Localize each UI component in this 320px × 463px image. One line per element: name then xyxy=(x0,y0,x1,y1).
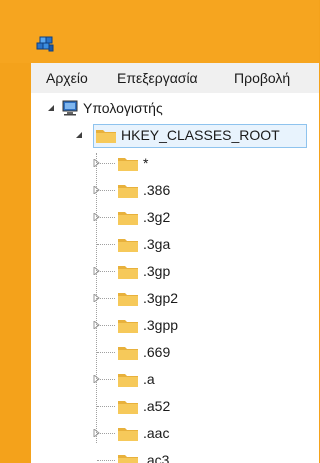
tree-connector xyxy=(97,352,115,353)
tree-node-child[interactable]: .3g2 xyxy=(31,205,319,230)
folder-icon xyxy=(118,239,138,252)
tree-node-child[interactable]: .386 xyxy=(31,178,319,203)
tree-node-label: .3ga xyxy=(143,236,171,252)
tree-node-child[interactable]: * xyxy=(31,151,319,176)
folder-icon xyxy=(118,266,138,279)
tree-node-child[interactable]: .3gp2 xyxy=(31,286,319,311)
tree-node-label: .3gp2 xyxy=(143,290,179,306)
title-bar xyxy=(0,0,319,63)
computer-label: Υπολογιστής xyxy=(83,100,163,116)
tree-node-label: * xyxy=(143,155,149,171)
tree-node-label: .386 xyxy=(143,182,171,198)
menu-edit[interactable]: Επεξεργασία xyxy=(117,70,198,86)
folder-icon xyxy=(118,455,138,463)
folder-icon xyxy=(118,158,138,171)
tree-node-child[interactable]: .3gpp xyxy=(31,313,319,338)
tree-node-computer[interactable]: Υπολογιστής xyxy=(31,96,319,121)
tree-connector xyxy=(97,244,115,245)
folder-icon xyxy=(118,320,138,333)
folder-icon xyxy=(118,293,138,306)
folder-icon xyxy=(118,185,138,198)
folder-icon xyxy=(118,347,138,360)
tree-node-label: .3g2 xyxy=(143,209,171,225)
tree-node-child[interactable]: .a52 xyxy=(31,394,319,419)
menu-view[interactable]: Προβολή xyxy=(234,70,290,86)
hkey-classes-root-label: HKEY_CLASSES_ROOT xyxy=(121,127,280,143)
tree-node-label: .669 xyxy=(143,344,171,360)
computer-icon xyxy=(62,100,78,116)
tree-node-label: .a xyxy=(143,371,155,387)
tree-node-child[interactable]: .3gp xyxy=(31,259,319,284)
tree-node-label: .aac xyxy=(143,425,170,441)
expanded-arrow-icon[interactable] xyxy=(47,104,55,112)
folder-icon xyxy=(118,374,138,387)
registry-tree: Υπολογιστής HKEY_CLASSES_ROOT * .386 .3g2.… xyxy=(31,93,319,463)
folder-icon xyxy=(118,212,138,225)
collapsed-arrow-icon[interactable] xyxy=(93,375,101,383)
tree-node-hkey-classes-root[interactable]: HKEY_CLASSES_ROOT xyxy=(31,123,319,148)
collapsed-arrow-icon[interactable] xyxy=(93,429,101,437)
tree-node-child[interactable]: .ac3 xyxy=(31,448,319,463)
collapsed-arrow-icon[interactable] xyxy=(93,213,101,221)
tree-node-label: .a52 xyxy=(143,398,171,414)
expanded-arrow-icon[interactable] xyxy=(75,131,83,139)
menu-bar: Αρχείο Επεξεργασία Προβολή xyxy=(31,63,319,93)
tree-node-child[interactable]: .3ga xyxy=(31,232,319,257)
tree-node-label: .3gpp xyxy=(143,317,179,333)
tree-node-child[interactable]: .aac xyxy=(31,421,319,446)
tree-connector xyxy=(97,406,115,407)
tree-connector xyxy=(97,460,115,461)
tree-node-label: .3gp xyxy=(143,263,171,279)
collapsed-arrow-icon[interactable] xyxy=(93,321,101,329)
collapsed-arrow-icon[interactable] xyxy=(93,294,101,302)
tree-node-label: .ac3 xyxy=(143,452,170,463)
tree-node-child[interactable]: .a xyxy=(31,367,319,392)
collapsed-arrow-icon[interactable] xyxy=(93,267,101,275)
menu-file[interactable]: Αρχείο xyxy=(46,70,88,86)
folder-icon xyxy=(118,428,138,441)
folder-icon xyxy=(118,401,138,414)
tree-node-child[interactable]: .669 xyxy=(31,340,319,365)
collapsed-arrow-icon[interactable] xyxy=(93,186,101,194)
folder-icon xyxy=(96,130,116,143)
registry-editor-icon xyxy=(36,36,54,52)
collapsed-arrow-icon[interactable] xyxy=(93,159,101,167)
